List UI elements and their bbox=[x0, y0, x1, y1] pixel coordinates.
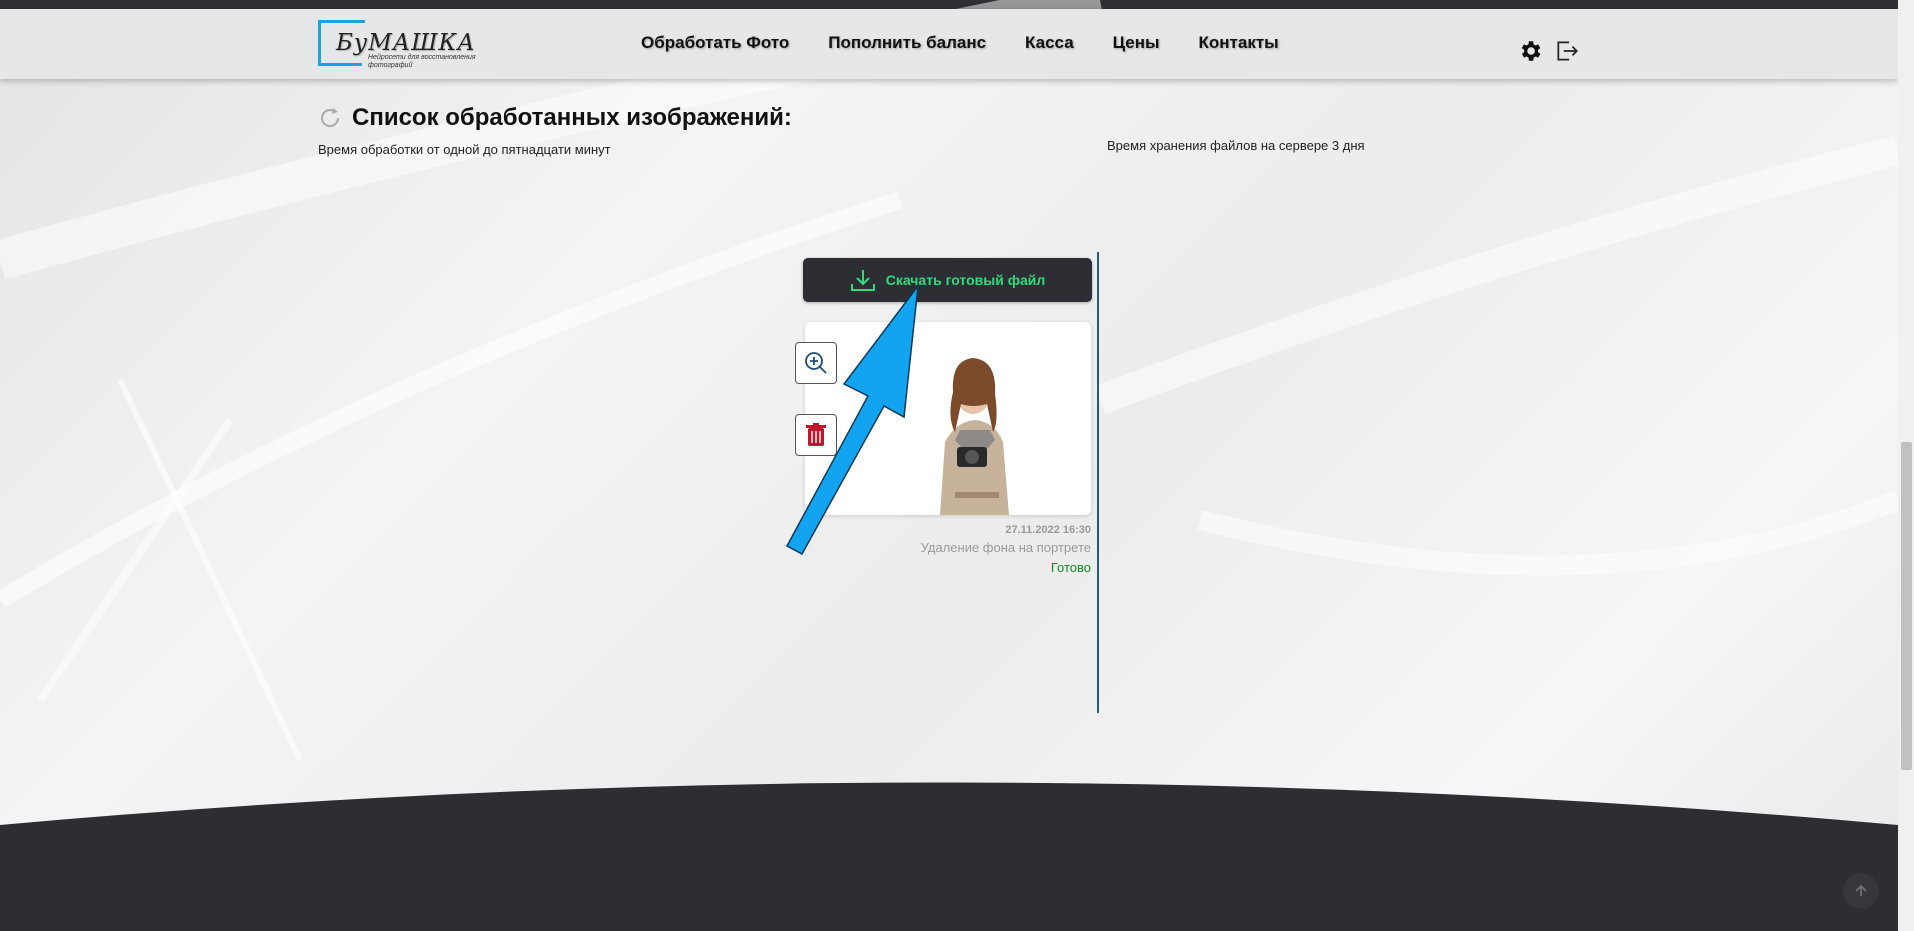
logo-tagline: Нейросети для восстановления фотографий bbox=[368, 54, 476, 69]
result-image-card[interactable] bbox=[805, 322, 1091, 515]
site-logo[interactable]: БуМАШКА Нейросети для восстановления фот… bbox=[318, 20, 478, 72]
browser-top-strip bbox=[0, 0, 1898, 9]
download-ready-file-button[interactable]: Скачать готовый файл bbox=[803, 258, 1092, 302]
scroll-to-top-button[interactable] bbox=[1843, 873, 1879, 909]
nav-top-up-balance[interactable]: Пополнить баланс bbox=[828, 33, 986, 63]
nav-process-photo[interactable]: Обработать Фото bbox=[641, 33, 789, 63]
nav-cashbox[interactable]: Касса bbox=[1025, 33, 1074, 63]
scrollbar-thumb[interactable] bbox=[1901, 442, 1912, 770]
zoom-button[interactable] bbox=[795, 342, 837, 384]
logo-text: БуМАШКА bbox=[336, 30, 476, 56]
trash-icon bbox=[806, 423, 826, 446]
zoom-in-icon bbox=[805, 352, 827, 374]
column-divider bbox=[1097, 252, 1099, 713]
portrait-thumbnail bbox=[805, 322, 1091, 515]
refresh-icon[interactable] bbox=[318, 106, 342, 130]
arrow-up-icon bbox=[1855, 884, 1867, 896]
nav-contacts[interactable]: Контакты bbox=[1199, 33, 1279, 63]
item-date: 27.11.2022 16:30 bbox=[1005, 524, 1091, 536]
main-nav: Обработать Фото Пополнить баланс Касса Ц… bbox=[641, 33, 1279, 63]
storage-time-note: Время хранения файлов на сервере 3 дня bbox=[1107, 138, 1365, 153]
download-button-label: Скачать готовый файл bbox=[885, 272, 1046, 288]
gear-icon[interactable] bbox=[1517, 38, 1543, 64]
logout-icon[interactable] bbox=[1554, 38, 1580, 64]
nav-prices[interactable]: Цены bbox=[1113, 33, 1160, 63]
item-operation: Удаление фона на портрете bbox=[920, 540, 1091, 555]
site-header: БуМАШКА Нейросети для восстановления фот… bbox=[0, 9, 1898, 79]
footer bbox=[0, 782, 1898, 931]
page-title: Список обработанных изображений: bbox=[352, 104, 792, 131]
title-row: Список обработанных изображений: bbox=[318, 104, 792, 132]
download-icon bbox=[850, 270, 875, 291]
processing-time-note: Время обработки от одной до пятнадцати м… bbox=[318, 142, 611, 157]
status-badge: Готово bbox=[1050, 560, 1091, 575]
delete-button[interactable] bbox=[795, 414, 837, 456]
